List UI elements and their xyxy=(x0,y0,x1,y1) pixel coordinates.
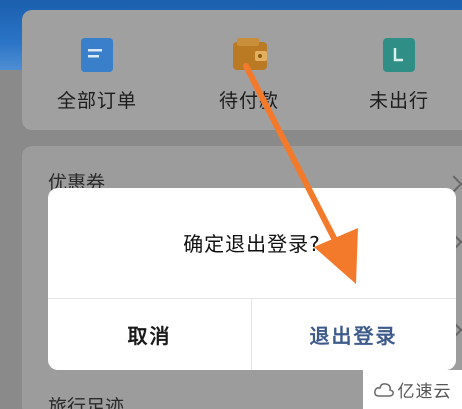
orders-card: 全部订单 待付款 未出行 xyxy=(22,10,462,130)
logout-confirm-dialog: 确定退出登录? 取消 退出登录 xyxy=(48,188,456,370)
order-unpaid-label: 待付款 xyxy=(218,90,279,112)
cancel-button[interactable]: 取消 xyxy=(48,298,251,370)
wallet-icon xyxy=(233,38,267,72)
watermark: 亿速云 xyxy=(363,370,462,409)
watermark-text: 亿速云 xyxy=(397,382,452,402)
order-not-departed-item[interactable]: 未出行 xyxy=(334,10,462,130)
cloud-logo-icon xyxy=(373,382,394,397)
order-not-departed-label: 未出行 xyxy=(368,90,429,112)
travel-footprint-item[interactable]: 旅行足迹 xyxy=(48,392,124,409)
order-all-label: 全部订单 xyxy=(56,90,137,112)
document-icon xyxy=(81,38,113,72)
order-all-item[interactable]: 全部订单 xyxy=(32,10,162,130)
ticket-clock-icon xyxy=(383,38,415,72)
logout-button[interactable]: 退出登录 xyxy=(252,298,455,370)
dialog-title: 确定退出登录? xyxy=(183,232,321,256)
order-unpaid-item[interactable]: 待付款 xyxy=(184,10,314,130)
